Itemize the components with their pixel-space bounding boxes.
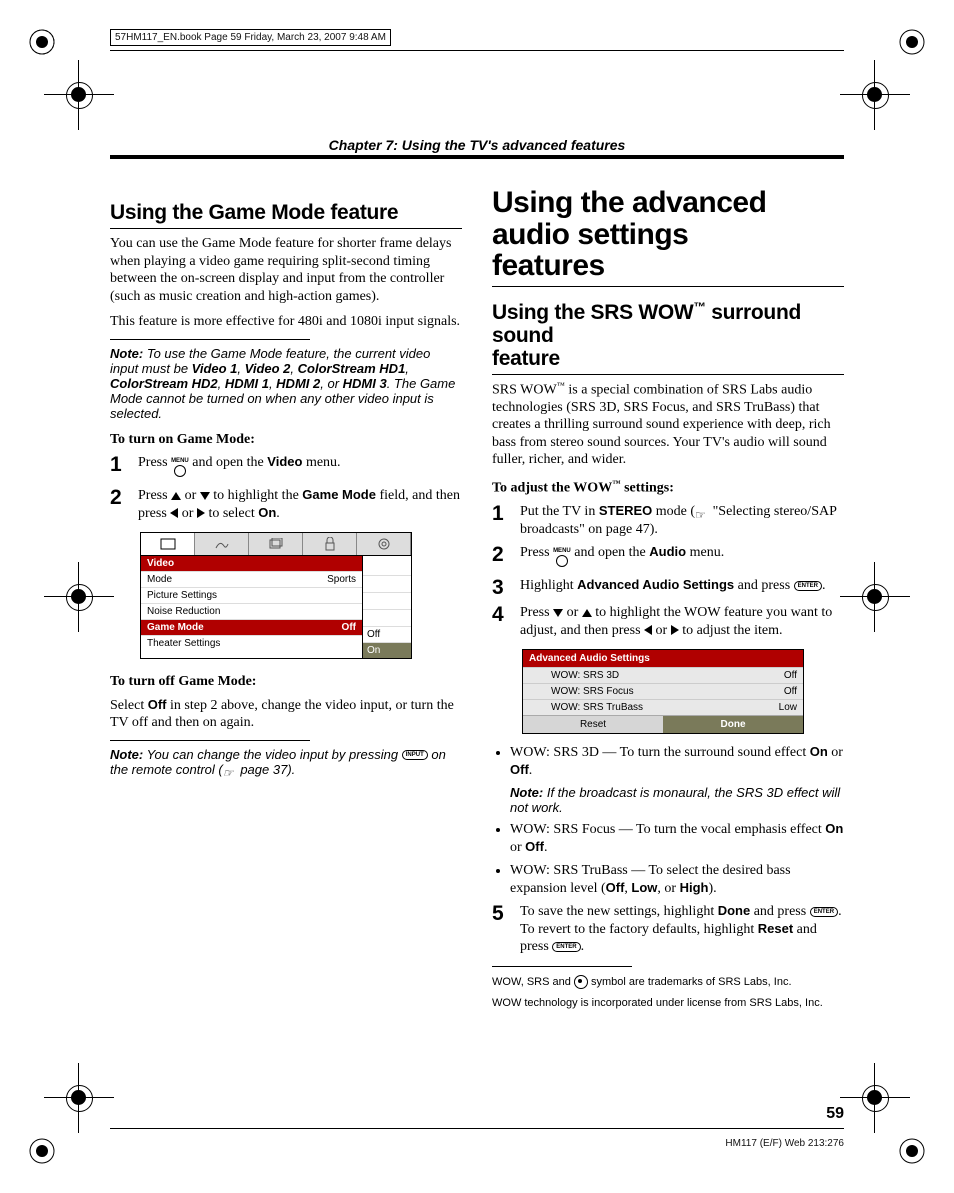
menu-button-icon: MENU [171, 458, 189, 477]
down-arrow-icon [200, 492, 210, 500]
step-list: 1 Press MENU and open the Video menu. 2 … [110, 454, 462, 522]
pointing-hand-icon [695, 507, 709, 517]
footer-text: HM117 (E/F) Web 213:276 [725, 1138, 844, 1149]
osd-row: Noise Reduction [141, 603, 362, 619]
crop-mark-icon [44, 1063, 114, 1133]
osd-tab-icon [249, 533, 303, 555]
section-heading: Using the Game Mode feature [110, 201, 462, 229]
step-list: 1 Put the TV in STEREO mode ( "Selecting… [492, 503, 844, 639]
osd-title: Video [141, 556, 362, 571]
page-number: 59 [826, 1105, 844, 1123]
enter-button-icon: ENTER [794, 581, 822, 591]
osd-row: WOW: SRS 3DOff [523, 667, 803, 683]
note-rule [110, 740, 310, 741]
step-number: 4 [492, 604, 510, 625]
registration-mark-icon [28, 1137, 56, 1165]
step-number: 5 [492, 903, 510, 924]
step-number: 1 [492, 503, 510, 524]
note-text: Note: If the broadcast is monaural, the … [510, 785, 844, 815]
right-arrow-icon [671, 625, 679, 635]
bullet-list: WOW: SRS 3D — To turn the surround sound… [510, 744, 844, 897]
crop-mark-icon [840, 1063, 910, 1133]
footnote-rule [492, 966, 632, 967]
section-heading: Using the SRS WOW™ surround sound featur… [492, 301, 844, 375]
step-text: Press or to highlight the WOW feature yo… [520, 604, 844, 639]
osd-option: Off [363, 626, 411, 642]
crop-mark-icon [44, 60, 114, 130]
step-text: Press or to highlight the Game Mode fiel… [138, 487, 462, 522]
osd-title: Advanced Audio Settings [523, 650, 803, 667]
down-arrow-icon [553, 609, 563, 617]
footnote-text: WOW technology is incorporated under lic… [492, 997, 844, 1009]
step-text: Press MENU and open the Audio menu. [520, 544, 724, 571]
input-button-icon: INPUT [402, 750, 428, 760]
step-list: 5 To save the new settings, highlight Do… [492, 903, 844, 956]
step-number: 2 [110, 487, 128, 508]
crop-mark-icon [840, 562, 910, 632]
osd-tab-icon [303, 533, 357, 555]
osd-row: Picture Settings [141, 587, 362, 603]
step-text: Put the TV in STEREO mode ( "Selecting s… [520, 503, 844, 538]
step-text: Highlight Advanced Audio Settings and pr… [520, 577, 826, 595]
menu-button-icon: MENU [553, 548, 571, 567]
enter-button-icon: ENTER [552, 942, 580, 952]
registration-mark-icon [898, 1137, 926, 1165]
osd-button-selected: Done [663, 715, 803, 733]
registration-mark-icon [898, 28, 926, 56]
osd-row-selected: Game ModeOff [141, 619, 362, 635]
osd-video-menu: Video ModeSports Picture Settings Noise … [140, 532, 412, 659]
right-arrow-icon [197, 508, 205, 518]
body-text: Select Off in step 2 above, change the v… [110, 697, 462, 732]
footnote-text: WOW, SRS and symbol are trademarks of SR… [492, 975, 844, 989]
osd-tab-icon [141, 533, 195, 555]
osd-audio-menu: Advanced Audio Settings WOW: SRS 3DOff W… [522, 649, 804, 734]
body-text: This feature is more effective for 480i … [110, 313, 462, 331]
body-text: SRS WOW™ is a special combination of SRS… [492, 381, 844, 469]
step-number: 2 [492, 544, 510, 565]
main-heading: Using the advanced audio settings featur… [492, 187, 844, 287]
osd-row: WOW: SRS TruBassLow [523, 699, 803, 715]
osd-option-selected: On [363, 642, 411, 658]
registration-mark-icon [28, 28, 56, 56]
left-column: Using the Game Mode feature You can use … [110, 187, 462, 1009]
crop-mark-icon [840, 60, 910, 130]
chapter-title: Chapter 7: Using the TV's advanced featu… [110, 137, 844, 153]
osd-row: WOW: SRS FocusOff [523, 683, 803, 699]
procedure-heading: To turn off Game Mode: [110, 673, 462, 691]
step-text: Press MENU and open the Video menu. [138, 454, 341, 481]
left-arrow-icon [644, 625, 652, 635]
up-arrow-icon [171, 492, 181, 500]
procedure-heading: To turn on Game Mode: [110, 431, 462, 449]
step-text: To save the new settings, highlight Done… [520, 903, 844, 956]
chapter-rule [110, 155, 844, 159]
right-column: Using the advanced audio settings featur… [492, 187, 844, 1009]
bullet-item: WOW: SRS TruBass — To select the desired… [510, 862, 844, 897]
enter-button-icon: ENTER [810, 907, 838, 917]
srs-symbol-icon [574, 975, 588, 989]
body-text: You can use the Game Mode feature for sh… [110, 235, 462, 305]
note-rule [110, 339, 310, 340]
osd-popup: Off On [362, 556, 411, 658]
osd-row: Theater Settings [141, 635, 362, 651]
osd-tab-icon [357, 533, 411, 555]
bullet-item: WOW: SRS 3D — To turn the surround sound… [510, 744, 844, 815]
osd-button: Reset [523, 715, 663, 733]
note-text: Note: To use the Game Mode feature, the … [110, 346, 462, 421]
bullet-item: WOW: SRS Focus — To turn the vocal empha… [510, 821, 844, 856]
crop-mark-icon [44, 562, 114, 632]
procedure-heading: To adjust the WOW™ settings: [492, 479, 844, 497]
footer-rule [110, 1128, 844, 1129]
up-arrow-icon [582, 609, 592, 617]
pointing-hand-icon [223, 765, 237, 775]
step-number: 3 [492, 577, 510, 598]
step-number: 1 [110, 454, 128, 475]
osd-tab-icon [195, 533, 249, 555]
framemaker-header: 57HM117_EN.book Page 59 Friday, March 23… [110, 29, 391, 46]
osd-row: ModeSports [141, 571, 362, 587]
note-text: Note: You can change the video input by … [110, 747, 462, 777]
